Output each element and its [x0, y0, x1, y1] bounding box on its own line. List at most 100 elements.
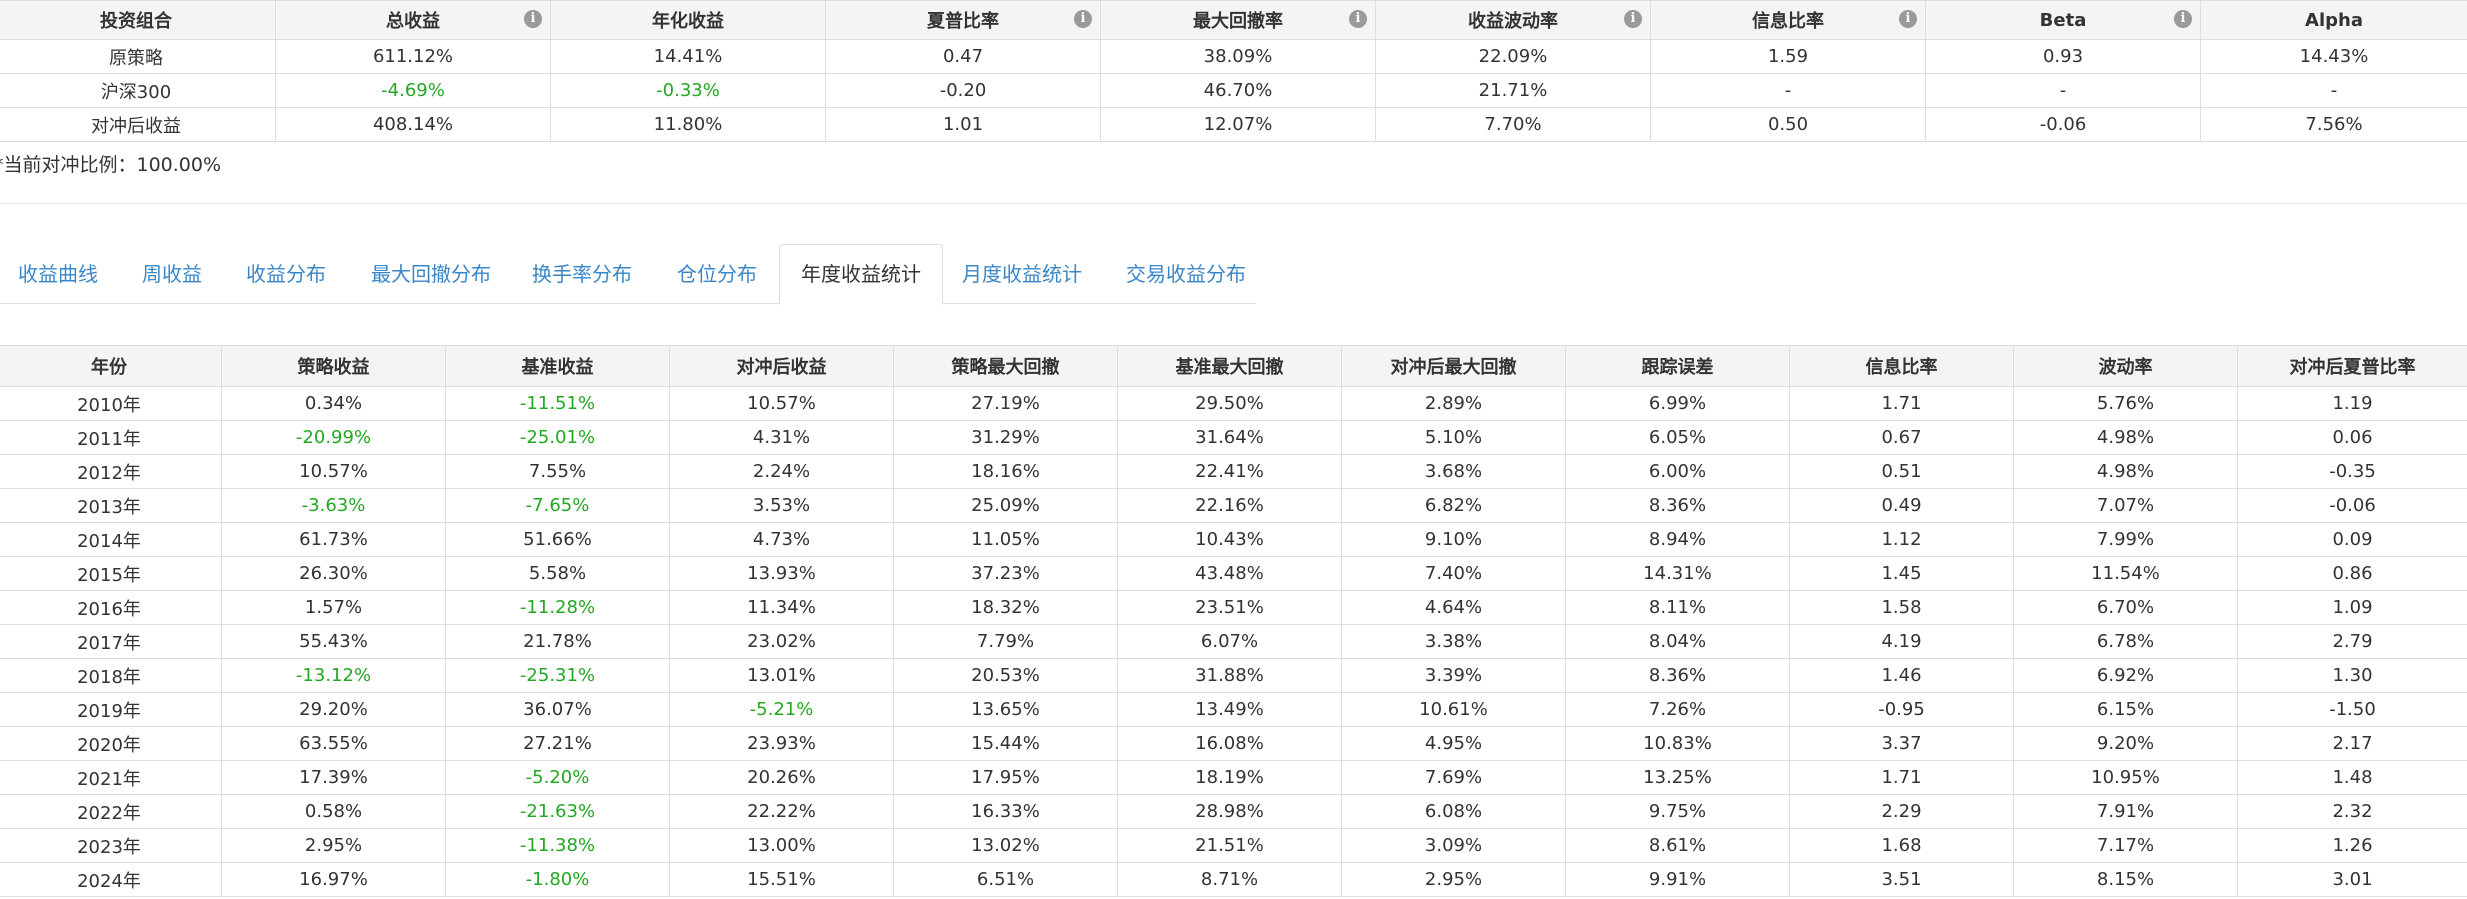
annual-header-cell: 跟踪误差 [1565, 345, 1790, 387]
tab-item[interactable]: 年度收益统计 [779, 244, 943, 305]
annual-cell: 51.66% [445, 522, 670, 557]
annual-cell: 4.31% [669, 420, 894, 455]
annual-cell: 63.55% [221, 726, 446, 761]
annual-cell: 13.93% [669, 556, 894, 591]
analysis-tabs: 收益曲线 周收益 收益分布 最大回撤分布 换手率分布 仓位分布 年度收益统计 月度收益统计 交易… [0, 244, 1256, 305]
annual-cell: 55.43% [221, 624, 446, 659]
annual-cell: 27.19% [893, 386, 1118, 421]
annual-cell: 2017年 [0, 624, 222, 659]
tab-item[interactable]: 收益曲线 [18, 245, 98, 303]
annual-cell: 8.36% [1565, 488, 1790, 523]
summary-header-label: Alpha [2305, 9, 2363, 31]
info-circle-icon[interactable]: i [2174, 10, 2192, 28]
annual-cell: -11.28% [445, 590, 670, 625]
tab-item[interactable]: 最大回撤分布 [371, 245, 491, 303]
info-circle-icon[interactable]: i [1349, 10, 1367, 28]
annual-cell: 9.20% [2013, 726, 2238, 761]
summary-cell: 1.01 [825, 107, 1101, 142]
annual-cell: 0.67 [1789, 420, 2014, 455]
summary-cell: 0.50 [1650, 107, 1926, 142]
annual-cell: 3.51 [1789, 862, 2014, 897]
summary-header-cell: 投资组合 [0, 0, 276, 40]
annual-cell: 17.95% [893, 760, 1118, 795]
summary-cell: 7.56% [2200, 107, 2467, 142]
annual-cell: 3.53% [669, 488, 894, 523]
tab-item[interactable]: 仓位分布 [677, 245, 757, 303]
tab-item[interactable]: 周收益 [142, 245, 202, 303]
annual-cell: 5.76% [2013, 386, 2238, 421]
annual-cell: 2023年 [0, 828, 222, 863]
tab-item[interactable]: 换手率分布 [532, 245, 632, 303]
summary-header-label: 收益波动率 [1468, 11, 1558, 32]
annual-row: 2013年 -3.63% -7.65% 3.53% 25.09% 22.16% 6.82% 8… [0, 488, 2467, 523]
annual-cell: 7.26% [1565, 692, 1790, 727]
annual-cell: 16.97% [221, 862, 446, 897]
annual-cell: 8.94% [1565, 522, 1790, 557]
annual-cell: 0.51 [1789, 454, 2014, 489]
annual-cell: 0.58% [221, 794, 446, 829]
summary-header-label: Beta [2039, 9, 2087, 31]
annual-cell: 11.05% [893, 522, 1118, 557]
annual-row: 2012年 10.57% 7.55% 2.24% 18.16% 22.41% 3.68% 6.… [0, 454, 2467, 489]
tab-item[interactable]: 交易收益分布 [1126, 245, 1246, 303]
annual-cell: 6.51% [893, 862, 1118, 897]
annual-cell: 4.98% [2013, 420, 2238, 455]
section-divider [0, 203, 2467, 204]
summary-cell: 7.70% [1375, 107, 1651, 142]
annual-row: 2021年 17.39% -5.20% 20.26% 17.95% 18.19% 7.69%… [0, 760, 2467, 795]
annual-cell: 13.02% [893, 828, 1118, 863]
annual-cell: 4.98% [2013, 454, 2238, 489]
summary-cell: - [1650, 73, 1926, 108]
annual-cell: 3.39% [1341, 658, 1566, 693]
annual-cell: 13.00% [669, 828, 894, 863]
annual-cell: -7.65% [445, 488, 670, 523]
summary-cell: 38.09% [1100, 39, 1376, 74]
annual-cell: 2010年 [0, 386, 222, 421]
annual-cell: 8.61% [1565, 828, 1790, 863]
summary-header-cell: 总收益 i [275, 0, 551, 40]
annual-header-cell: 基准最大回撤 [1117, 345, 1342, 387]
tab-item[interactable]: 收益分布 [246, 245, 326, 303]
annual-cell: 1.19 [2237, 386, 2467, 421]
annual-row: 2017年 55.43% 21.78% 23.02% 7.79% 6.07% 3.38% 8.… [0, 624, 2467, 659]
summary-cell: 408.14% [275, 107, 551, 142]
annual-cell: 0.06 [2237, 420, 2467, 455]
annual-cell: 37.23% [893, 556, 1118, 591]
annual-header-cell: 信息比率 [1789, 345, 2014, 387]
summary-header-cell: Alpha [2200, 0, 2467, 40]
annual-cell: 16.08% [1117, 726, 1342, 761]
portfolio-summary-table: 投资组合 总收益 i 年化收益 夏普比率 i 最大回撤率 i 收益波动率 i 信息比率 i Beta i A… [0, 0, 2467, 142]
info-circle-icon[interactable]: i [1624, 10, 1642, 28]
summary-header-row: 投资组合 总收益 i 年化收益 夏普比率 i 最大回撤率 i 收益波动率 i 信息比率 i Beta i A… [0, 0, 2467, 40]
annual-header-cell: 策略最大回撤 [893, 345, 1118, 387]
annual-header-cell: 对冲后最大回撤 [1341, 345, 1566, 387]
annual-cell: 1.30 [2237, 658, 2467, 693]
info-circle-icon[interactable]: i [1074, 10, 1092, 28]
annual-row: 2014年 61.73% 51.66% 4.73% 11.05% 10.43% 9.10% 8… [0, 522, 2467, 557]
annual-cell: 15.44% [893, 726, 1118, 761]
annual-cell: 8.15% [2013, 862, 2238, 897]
annual-cell: 10.83% [1565, 726, 1790, 761]
annual-cell: 10.61% [1341, 692, 1566, 727]
annual-cell: 4.95% [1341, 726, 1566, 761]
annual-cell: 1.26 [2237, 828, 2467, 863]
summary-cell: 对冲后收益 [0, 107, 276, 142]
annual-cell: 1.45 [1789, 556, 2014, 591]
annual-cell: 5.10% [1341, 420, 1566, 455]
annual-cell: 13.49% [1117, 692, 1342, 727]
info-circle-icon[interactable]: i [524, 10, 542, 28]
annual-cell: 13.25% [1565, 760, 1790, 795]
annual-cell: 2013年 [0, 488, 222, 523]
annual-cell: 10.95% [2013, 760, 2238, 795]
annual-cell: 6.00% [1565, 454, 1790, 489]
info-circle-icon[interactable]: i [1899, 10, 1917, 28]
summary-header-label: 投资组合 [100, 11, 172, 32]
annual-cell: 1.09 [2237, 590, 2467, 625]
summary-cell: 沪深300 [0, 73, 276, 108]
tab-item[interactable]: 月度收益统计 [962, 245, 1082, 303]
summary-cell: 原策略 [0, 39, 276, 74]
annual-cell: 6.70% [2013, 590, 2238, 625]
annual-cell: 8.71% [1117, 862, 1342, 897]
summary-header-cell: Beta i [1925, 0, 2201, 40]
summary-header-label: 信息比率 [1752, 11, 1824, 32]
